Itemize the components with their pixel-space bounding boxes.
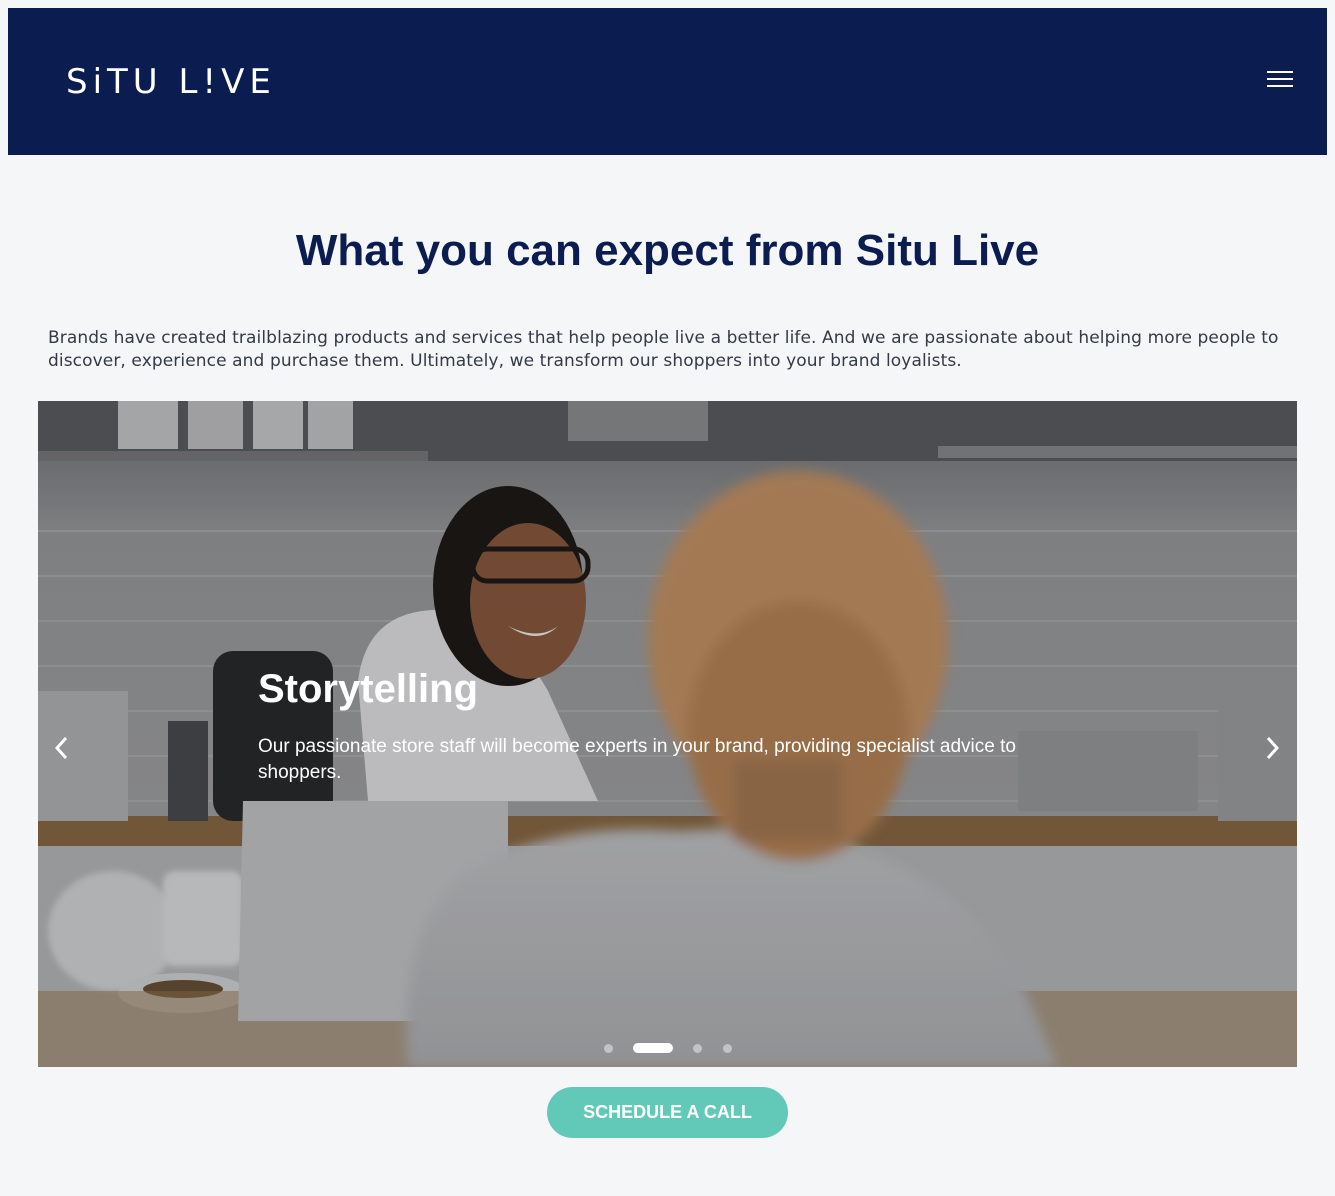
slide-text: Our passionate store staff will become e… <box>258 736 1016 783</box>
situ-live-logo[interactable]: SiTU L!VE <box>66 62 276 102</box>
image-carousel[interactable]: Storytelling Our passionate store staff … <box>38 401 1297 1067</box>
schedule-call-button[interactable]: Schedule a call <box>547 1087 788 1138</box>
carousel-dot-1[interactable] <box>604 1044 613 1053</box>
carousel-dot-2[interactable] <box>633 1043 673 1053</box>
slide-title: Storytelling <box>258 667 479 711</box>
chevron-right-icon[interactable] <box>1260 734 1284 762</box>
section-heading: What you can expect from Situ Live <box>295 226 1040 275</box>
carousel-dot-3[interactable] <box>693 1044 702 1053</box>
carousel-dot-4[interactable] <box>723 1044 732 1053</box>
hamburger-menu-icon[interactable] <box>1267 70 1293 90</box>
chevron-left-icon[interactable] <box>50 734 74 762</box>
intro-paragraph: Brands have created trailblazing product… <box>48 328 1279 371</box>
site-header: SiTU L!VE <box>8 8 1327 155</box>
carousel-indicators <box>38 1043 1297 1053</box>
